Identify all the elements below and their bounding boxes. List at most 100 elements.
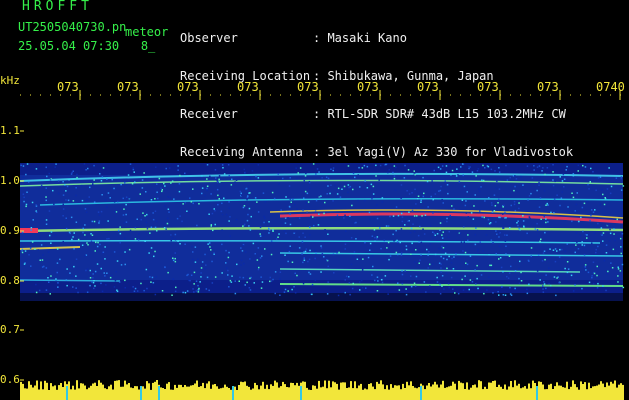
floor-bar — [184, 385, 186, 400]
noise-speck — [236, 263, 238, 266]
x-tick-label: 073 — [117, 80, 139, 94]
noise-speck — [163, 227, 166, 229]
noise-speck — [215, 177, 217, 179]
noise-speck — [518, 267, 520, 270]
noise-speck — [206, 178, 208, 180]
noise-speck — [495, 230, 497, 232]
noise-speck — [94, 270, 97, 273]
noise-speck — [364, 241, 366, 244]
noise-speck — [592, 282, 595, 285]
noise-speck — [455, 253, 457, 255]
noise-speck — [134, 287, 137, 290]
noise-speck — [323, 212, 325, 215]
noise-speck — [257, 211, 260, 213]
noise-speck — [514, 175, 516, 177]
info-row-receiver: Receiver: RTL-SDR SDR# 43dB L15 103.2MHz… — [180, 108, 573, 120]
noise-speck — [620, 176, 623, 178]
noise-speck — [252, 242, 255, 245]
noise-speck — [318, 171, 320, 173]
noise-speck — [206, 189, 208, 192]
noise-speck — [592, 211, 595, 213]
noise-speck — [440, 263, 442, 265]
noise-speck — [587, 271, 590, 274]
noise-speck — [596, 226, 598, 229]
floor-bar — [502, 388, 504, 400]
noise-speck — [87, 244, 89, 246]
noise-speck — [150, 226, 153, 229]
noise-speck — [152, 218, 155, 221]
noise-speck — [57, 180, 60, 182]
noise-speck — [242, 225, 244, 227]
noise-speck — [297, 172, 299, 174]
noise-speck — [196, 224, 198, 227]
noise-speck — [335, 196, 338, 198]
floor-bar — [276, 382, 278, 400]
noise-speck — [136, 238, 138, 240]
noise-speck — [510, 204, 512, 207]
noise-speck — [262, 235, 265, 237]
noise-speck — [55, 278, 57, 280]
noise-speck — [492, 292, 494, 294]
noise-speck — [93, 179, 95, 181]
noise-speck — [409, 232, 412, 234]
floor-bar — [214, 384, 216, 400]
floor-bar — [342, 382, 344, 400]
noise-speck — [309, 234, 311, 236]
noise-speck — [294, 204, 296, 206]
floor-bar — [84, 385, 86, 400]
noise-speck — [370, 276, 372, 279]
noise-speck — [486, 225, 489, 227]
noise-speck — [352, 172, 355, 175]
noise-speck — [420, 199, 422, 202]
floor-bar — [278, 387, 280, 400]
noise-speck — [246, 219, 249, 222]
noise-speck — [400, 252, 403, 254]
floor-bar — [538, 381, 540, 400]
noise-speck — [546, 202, 548, 205]
noise-speck — [72, 236, 74, 238]
noise-speck — [264, 217, 266, 219]
floor-bar — [190, 385, 192, 400]
noise-speck — [287, 290, 289, 292]
noise-speck — [326, 293, 329, 295]
floor-bar — [74, 389, 76, 400]
noise-speck — [314, 210, 317, 212]
noise-speck — [596, 274, 598, 277]
noise-speck — [506, 234, 508, 236]
noise-speck — [270, 253, 273, 256]
noise-speck — [301, 253, 303, 255]
noise-speck — [502, 206, 504, 208]
floor-bar — [24, 388, 26, 400]
floor-bar — [166, 383, 168, 400]
floor-bar — [128, 383, 130, 400]
noise-speck — [123, 222, 126, 224]
noise-speck — [20, 164, 22, 167]
noise-speck — [304, 250, 307, 253]
noise-speck — [356, 258, 359, 260]
floor-bar — [292, 383, 294, 400]
noise-speck — [543, 281, 545, 283]
noise-speck — [355, 221, 357, 224]
noise-speck — [475, 175, 477, 177]
noise-speck — [312, 216, 314, 218]
floor-bar — [610, 381, 612, 400]
floor-bar — [466, 382, 468, 400]
floor-bar — [266, 384, 268, 400]
x-tick-label: 073 — [237, 80, 259, 94]
noise-speck — [246, 198, 248, 201]
noise-speck — [86, 291, 89, 293]
floor-bar — [220, 388, 222, 400]
floor-bar — [446, 387, 448, 400]
noise-speck — [481, 179, 483, 181]
noise-speck — [155, 220, 158, 223]
noise-speck — [507, 277, 510, 279]
noise-speck — [422, 228, 424, 230]
floor-bar — [426, 385, 428, 400]
noise-speck — [462, 250, 464, 252]
noise-speck — [593, 232, 596, 234]
noise-speck — [384, 275, 387, 277]
noise-speck — [35, 168, 38, 170]
noise-speck — [81, 184, 83, 187]
floor-bar — [164, 389, 166, 400]
noise-speck — [204, 267, 207, 270]
